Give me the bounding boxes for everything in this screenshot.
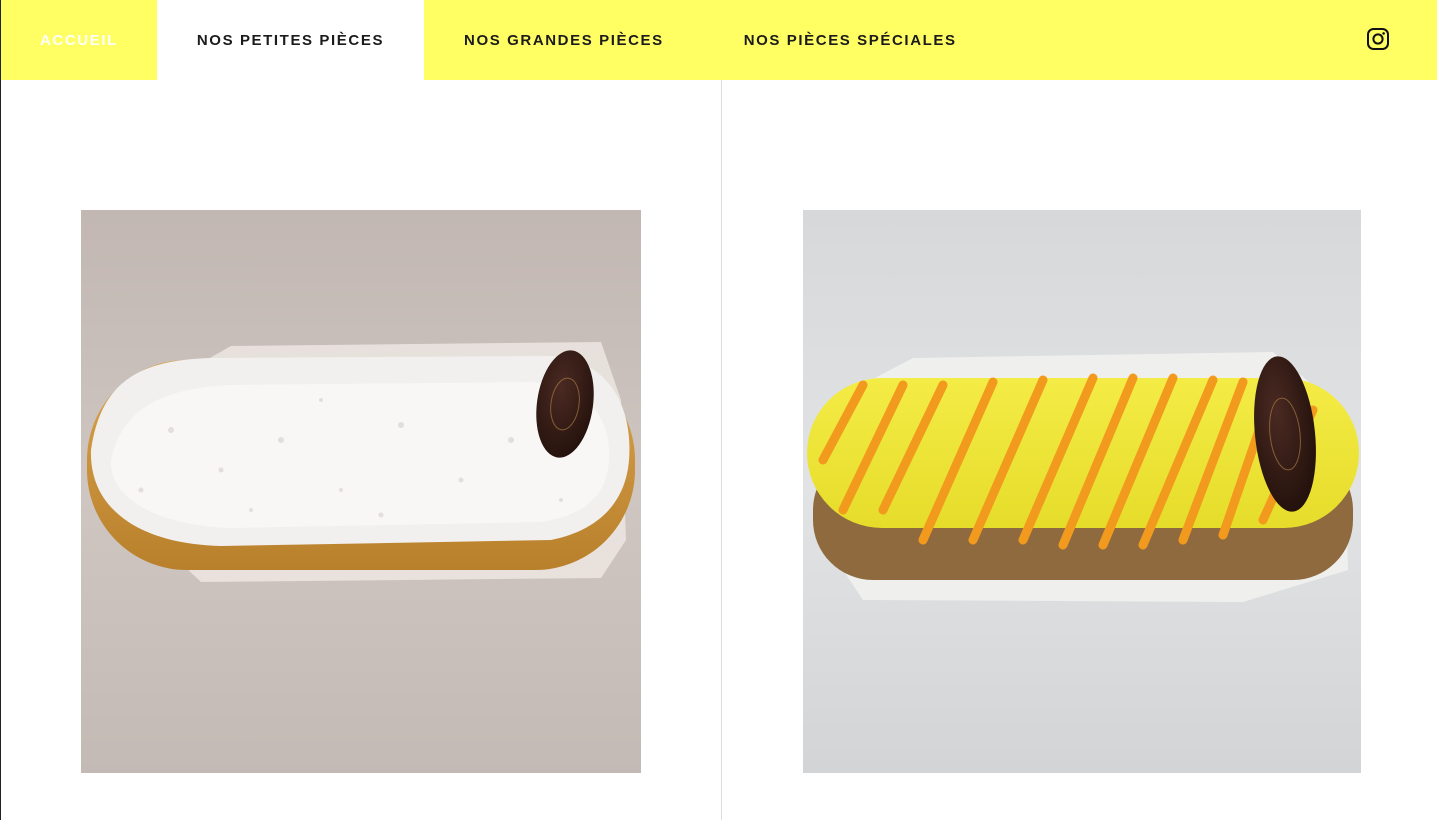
- nav-item-accueil[interactable]: ACCUEIL: [1, 0, 157, 80]
- nav-item-nos-pieces-speciales[interactable]: NOS PIÈCES SPÉCIALES: [704, 0, 997, 80]
- nav-item-nos-petites-pieces[interactable]: NOS PETITES PIÈCES: [156, 0, 425, 80]
- main-navigation: ACCUEIL NOS PETITES PIÈCES NOS GRANDES P…: [1, 0, 1437, 80]
- mango-eclair-photo[interactable]: [803, 210, 1361, 773]
- nav-item-nos-grandes-pieces[interactable]: NOS GRANDES PIÈCES: [424, 0, 704, 80]
- column-divider: [721, 80, 722, 820]
- coconut-eclair-photo[interactable]: [81, 210, 641, 773]
- instagram-icon[interactable]: [1366, 27, 1390, 51]
- page-left-border: [0, 0, 1, 820]
